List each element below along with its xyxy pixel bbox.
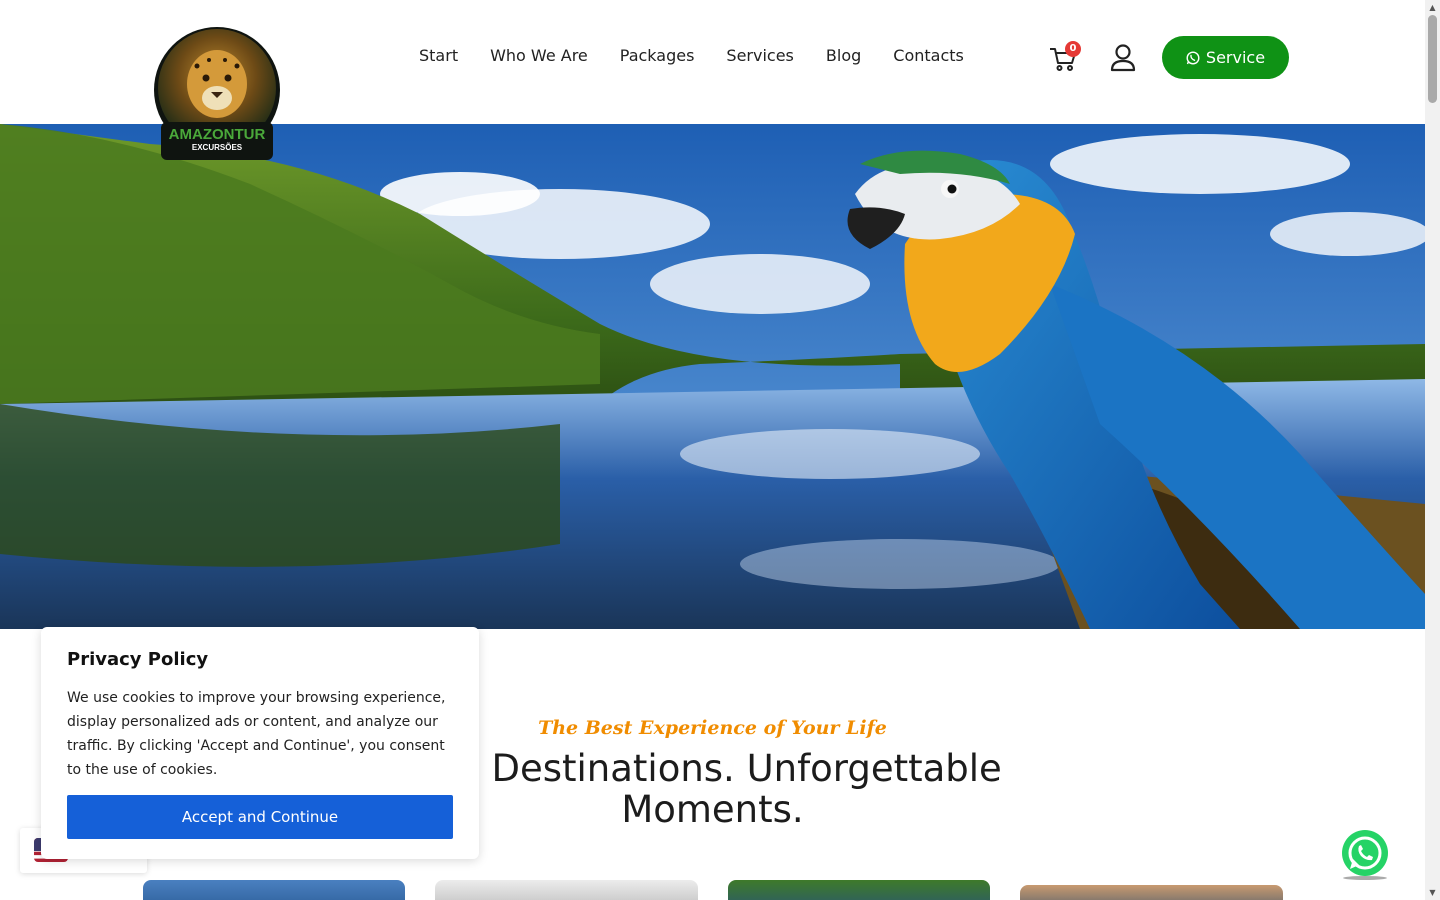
nav-start[interactable]: Start <box>403 44 474 68</box>
destination-card[interactable] <box>728 880 990 900</box>
destination-card[interactable] <box>143 880 405 900</box>
site-logo[interactable]: AMAZONTUR EXCURSÕES <box>153 22 281 161</box>
whatsapp-float-button[interactable] <box>1339 829 1391 881</box>
scroll-up-arrow-icon[interactable]: ▲ <box>1425 0 1440 15</box>
page-scrollbar[interactable]: ▲ ▼ <box>1425 0 1440 900</box>
destination-card[interactable] <box>435 880 698 900</box>
hero-banner-image <box>0 124 1425 629</box>
service-button[interactable]: Service <box>1162 36 1289 79</box>
nav-contacts[interactable]: Contacts <box>877 44 980 68</box>
privacy-policy-popup: Privacy Policy We use cookies to improve… <box>41 627 479 859</box>
logo-brand-text: AMAZONTUR <box>169 126 266 143</box>
privacy-title: Privacy Policy <box>67 649 209 670</box>
cart-count-badge: 0 <box>1065 41 1081 57</box>
logo-sub-text: EXCURSÕES <box>192 143 243 152</box>
privacy-text: We use cookies to improve your browsing … <box>67 690 446 778</box>
main-nav: Start Who We Are Packages Services Blog … <box>403 44 980 68</box>
user-icon <box>1110 44 1136 72</box>
whatsapp-icon <box>1186 50 1200 65</box>
account-button[interactable] <box>1109 43 1137 73</box>
destination-cards-row <box>0 880 1425 900</box>
whatsapp-float-icon <box>1342 830 1388 880</box>
scroll-down-arrow-icon[interactable]: ▼ <box>1425 885 1440 900</box>
accept-and-continue-button[interactable]: Accept and Continue <box>67 795 453 839</box>
nav-blog[interactable]: Blog <box>810 44 877 68</box>
nav-packages[interactable]: Packages <box>604 44 711 68</box>
nav-services[interactable]: Services <box>710 44 809 68</box>
scrollbar-thumb[interactable] <box>1428 15 1437 103</box>
nav-who-we-are[interactable]: Who We Are <box>474 44 604 68</box>
service-button-label: Service <box>1205 48 1266 67</box>
destination-card[interactable] <box>1020 885 1283 900</box>
